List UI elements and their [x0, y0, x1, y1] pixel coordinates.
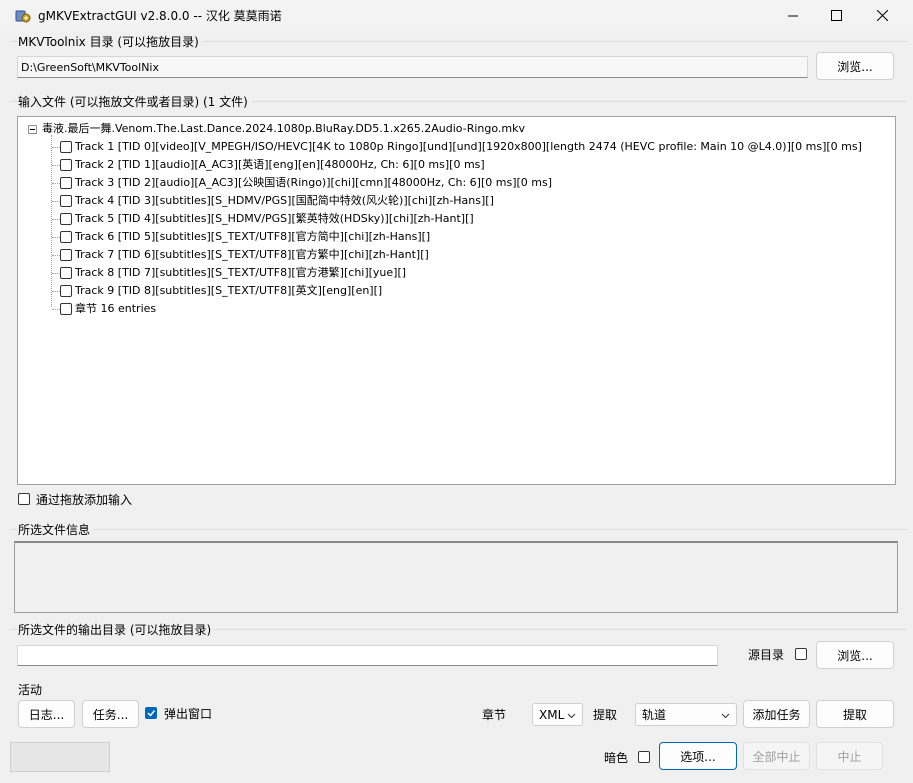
source-dir-label: 源目录	[748, 648, 785, 662]
abort-all-button[interactable]: 全部中止	[743, 742, 810, 770]
track-node[interactable]: Track 8 [TID 7][subtitles][S_TEXT/UTF8][…	[75, 264, 406, 282]
track-node[interactable]: Track 1 [TID 0][video][V_MPEGH/ISO/HEVC]…	[75, 138, 862, 156]
options-button[interactable]: 选项...	[659, 742, 737, 770]
mkvtoolnix-path-field[interactable]: D:\GreenSoft\MKVToolNix	[17, 56, 808, 78]
popup-checkbox[interactable]	[145, 707, 157, 719]
tree-connector	[52, 255, 60, 256]
tree-connector	[52, 291, 60, 292]
track-node[interactable]: Track 7 [TID 6][subtitles][S_TEXT/UTF8][…	[75, 246, 429, 264]
file-node[interactable]: 毒液.最后一舞.Venom.The.Last.Dance.2024.1080p.…	[42, 120, 525, 138]
output-path-field[interactable]	[17, 645, 718, 666]
chapters-format-value: XML	[539, 707, 565, 722]
tree-connector	[52, 147, 60, 148]
title-bar[interactable]: gMKVExtractGUI v2.8.0.0 -- 汉化 莫莫雨诺	[0, 0, 913, 31]
chapters-format-select[interactable]: XML	[532, 703, 583, 726]
tree-connector	[52, 183, 60, 184]
app-icon	[15, 8, 31, 24]
input-file-tree[interactable]: 毒液.最后一舞.Venom.The.Last.Dance.2024.1080p.…	[17, 116, 896, 485]
chevron-down-icon	[567, 708, 576, 722]
tree-connector	[52, 165, 60, 166]
track-checkbox[interactable]	[60, 303, 72, 315]
tree-connector	[52, 219, 60, 220]
track-node[interactable]: Track 9 [TID 8][subtitles][S_TEXT/UTF8][…	[75, 282, 382, 300]
input-group-label: 输入文件 (可以拖放文件或者目录) (1 文件)	[18, 93, 252, 110]
output-group-label: 所选文件的输出目录 (可以拖放目录)	[18, 621, 216, 638]
log-button[interactable]: 日志...	[18, 700, 75, 728]
mkvtoolnix-browse-button[interactable]: 浏览...	[816, 52, 894, 80]
track-node[interactable]: Track 3 [TID 2][audio][A_AC3][公映国语(Ringo…	[75, 174, 552, 192]
extract-mode-label: 提取	[593, 708, 618, 722]
output-browse-button[interactable]: 浏览...	[816, 641, 894, 669]
track-node[interactable]: Track 4 [TID 3][subtitles][S_HDMV/PGS][国…	[75, 192, 494, 210]
track-checkbox[interactable]	[60, 141, 72, 153]
track-node[interactable]: 章节 16 entries	[75, 300, 156, 318]
mkvtoolnix-group-label: MKVToolnix 目录 (可以拖放目录)	[18, 33, 203, 50]
add-job-button[interactable]: 添加任务	[743, 700, 810, 728]
actions-group-label: 活动	[18, 681, 47, 698]
group-divider	[10, 529, 907, 530]
tree-connector	[52, 201, 60, 202]
tree-connector	[51, 135, 52, 307]
chapters-label: 章节	[482, 708, 507, 722]
progress-bar	[10, 742, 110, 772]
track-checkbox[interactable]	[60, 159, 72, 171]
track-checkbox[interactable]	[60, 267, 72, 279]
window-title: gMKVExtractGUI v2.8.0.0 -- 汉化 莫莫雨诺	[38, 9, 282, 23]
tree-connector	[52, 237, 60, 238]
minimize-icon[interactable]	[770, 0, 816, 31]
track-checkbox[interactable]	[60, 177, 72, 189]
maximize-icon[interactable]	[813, 0, 859, 31]
abort-button[interactable]: 中止	[816, 742, 883, 770]
track-checkbox[interactable]	[60, 213, 72, 225]
chevron-down-icon	[721, 708, 730, 722]
tree-connector	[52, 309, 60, 310]
extract-button[interactable]: 提取	[816, 700, 894, 728]
close-icon[interactable]	[859, 0, 905, 31]
tree-connector	[52, 273, 60, 274]
jobs-button[interactable]: 任务...	[82, 700, 139, 728]
track-node[interactable]: Track 2 [TID 1][audio][A_AC3][英语][eng][e…	[75, 156, 485, 174]
collapse-icon[interactable]	[28, 125, 37, 134]
track-checkbox[interactable]	[60, 285, 72, 297]
file-info-textarea[interactable]	[14, 541, 898, 613]
file-info-group-label: 所选文件信息	[18, 521, 95, 538]
popup-label: 弹出窗口	[164, 707, 213, 721]
track-checkbox[interactable]	[60, 195, 72, 207]
extract-mode-value: 轨道	[642, 708, 667, 722]
dark-mode-checkbox[interactable]	[638, 751, 650, 763]
track-checkbox[interactable]	[60, 231, 72, 243]
track-node[interactable]: Track 6 [TID 5][subtitles][S_TEXT/UTF8][…	[75, 228, 430, 246]
extract-mode-select[interactable]: 轨道	[635, 703, 737, 726]
drag-add-checkbox[interactable]	[18, 493, 30, 505]
drag-add-label: 通过拖放添加输入	[36, 493, 133, 507]
dark-mode-label: 暗色	[604, 751, 629, 765]
source-dir-checkbox[interactable]	[795, 648, 807, 660]
track-checkbox[interactable]	[60, 249, 72, 261]
track-node[interactable]: Track 5 [TID 4][subtitles][S_HDMV/PGS][繁…	[75, 210, 474, 228]
